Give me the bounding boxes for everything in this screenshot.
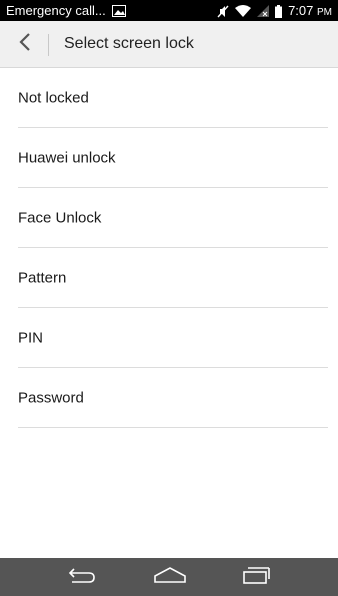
chevron-left-icon — [19, 32, 31, 57]
image-notification-icon — [111, 4, 126, 17]
lock-option-label: Not locked — [18, 89, 89, 107]
lock-option-not-locked[interactable]: Not locked — [0, 68, 338, 128]
battery-icon — [275, 5, 283, 18]
nav-recent-apps-button[interactable] — [236, 565, 276, 589]
lock-option-pattern[interactable]: Pattern — [0, 248, 338, 308]
clock-ampm: PM — [317, 7, 332, 18]
recent-apps-icon — [241, 566, 271, 589]
lock-option-label: Password — [18, 389, 84, 407]
lock-option-huawei-unlock[interactable]: Huawei unlock — [0, 128, 338, 188]
no-signal-icon — [257, 5, 270, 18]
status-left: Emergency call... — [6, 3, 126, 18]
clock-time: 7:07 — [288, 3, 314, 18]
lock-option-face-unlock[interactable]: Face Unlock — [0, 188, 338, 248]
action-divider — [48, 34, 49, 56]
lock-option-password[interactable]: Password — [0, 368, 338, 428]
list-divider — [18, 427, 328, 428]
home-icon — [153, 566, 187, 589]
navigation-bar — [0, 558, 338, 596]
status-right: 7:07 PM — [217, 3, 332, 20]
lock-options-list: Not locked Huawei unlock Face Unlock Pat… — [0, 68, 338, 428]
lock-option-label: PIN — [18, 329, 44, 347]
nav-back-button[interactable] — [62, 565, 102, 589]
action-bar: Select screen lock — [0, 21, 338, 68]
lock-option-label: Huawei unlock — [18, 149, 116, 167]
back-icon — [67, 566, 97, 589]
status-time: 7:07 PM — [288, 3, 332, 20]
lock-option-label: Pattern — [18, 269, 67, 287]
status-bar: Emergency call... 7:07 PM — [0, 0, 338, 21]
page-title: Select screen lock — [64, 35, 194, 52]
lock-option-pin[interactable]: PIN — [0, 308, 338, 368]
mute-icon — [217, 5, 229, 18]
wifi-icon — [235, 5, 252, 18]
back-button[interactable] — [14, 31, 36, 57]
carrier-text: Emergency call... — [6, 3, 106, 18]
nav-home-button[interactable] — [150, 565, 190, 589]
lock-option-label: Face Unlock — [18, 209, 102, 227]
screen: Emergency call... 7:07 PM Select screen … — [0, 0, 338, 596]
